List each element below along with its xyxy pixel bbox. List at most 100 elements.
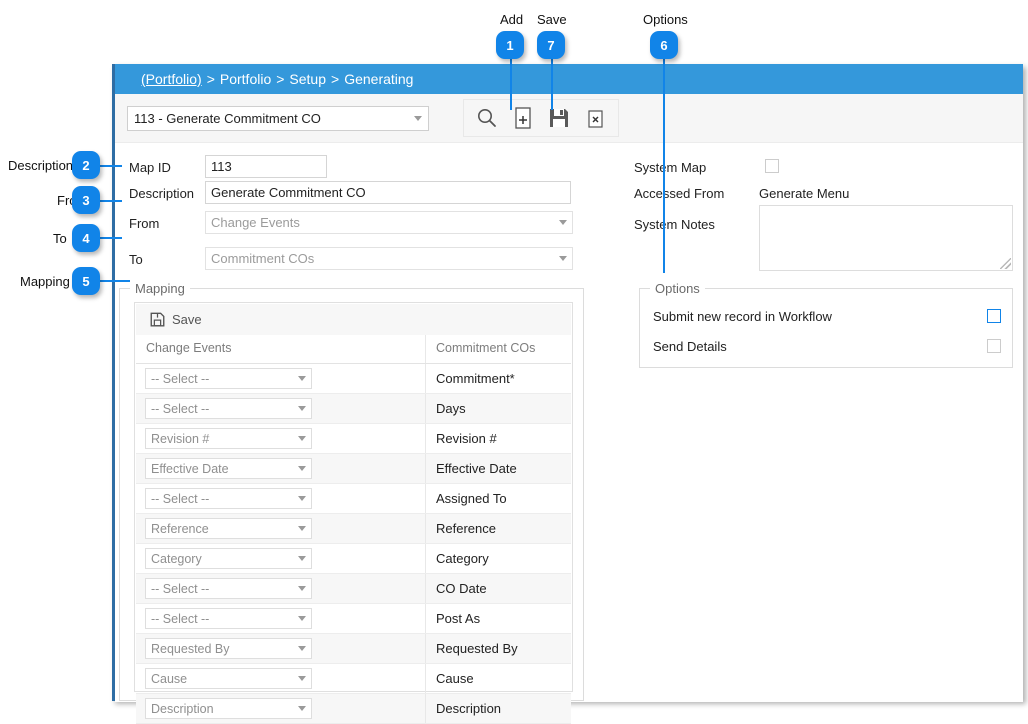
chevron-down-icon: [559, 220, 567, 225]
mapping-source-cell: -- Select --: [136, 604, 426, 633]
column-header-target: Commitment COs: [436, 341, 536, 355]
mapping-source-dropdown[interactable]: -- Select --: [145, 398, 312, 419]
table-row: -- Select -- Days: [136, 394, 571, 424]
callout-badge-save: 7: [537, 31, 565, 59]
mapping-source-value: Requested By: [151, 641, 230, 656]
mapping-source-cell: Category: [136, 544, 426, 573]
mapping-target-cell: Revision #: [436, 431, 497, 446]
from-value: Change Events: [211, 215, 300, 230]
breadcrumb-item-generating[interactable]: Generating: [344, 71, 413, 87]
mapping-source-dropdown[interactable]: Revision #: [145, 428, 312, 449]
table-row: -- Select -- CO Date: [136, 574, 571, 604]
mapping-toolbar: Save: [136, 304, 571, 336]
mapping-source-value: Cause: [151, 671, 188, 686]
chevron-down-icon: [414, 115, 422, 121]
accessed-from-label: Accessed From: [634, 186, 725, 201]
mapping-source-dropdown[interactable]: Reference: [145, 518, 312, 539]
mapping-source-cell: -- Select --: [136, 394, 426, 423]
mapping-source-cell: Revision #: [136, 424, 426, 453]
system-map-label: System Map: [634, 160, 707, 175]
mapping-source-value: Revision #: [151, 431, 210, 446]
system-notes-label: System Notes: [634, 217, 715, 232]
add-icon[interactable]: [510, 105, 536, 131]
to-dropdown[interactable]: Commitment COs: [205, 247, 573, 270]
map-selector-dropdown[interactable]: 113 - Generate Commitment CO: [127, 105, 429, 131]
mapping-source-cell: Description: [136, 694, 426, 723]
breadcrumb-item-portfolio[interactable]: Portfolio: [220, 71, 271, 87]
resize-handle[interactable]: [1000, 258, 1011, 269]
callout-badge-mapping: 5: [72, 267, 100, 295]
description-label: Description: [129, 186, 195, 201]
mapping-target-cell: Commitment*: [436, 371, 515, 386]
system-map-checkbox[interactable]: [765, 159, 779, 173]
mapping-source-dropdown[interactable]: Category: [145, 548, 312, 569]
callout-line-mapping: [100, 280, 130, 282]
mapping-source-dropdown[interactable]: -- Select --: [145, 608, 312, 629]
callout-label-add: Add: [500, 12, 524, 27]
chevron-down-icon: [298, 706, 306, 711]
mapping-grid-container: Save Change Events Commitment COs -- Sel…: [134, 302, 573, 724]
mapping-grid-header: Change Events Commitment COs: [136, 335, 571, 364]
mapping-source-dropdown[interactable]: Effective Date: [145, 458, 312, 479]
mapping-group-title: Mapping: [130, 281, 190, 296]
option-checkbox-submit-workflow[interactable]: [987, 309, 1001, 323]
breadcrumb-separator-1: >: [206, 71, 215, 87]
callout-line-add: [510, 58, 512, 110]
option-label-submit-workflow: Submit new record in Workflow: [653, 309, 832, 324]
from-label: From: [129, 216, 160, 231]
chevron-down-icon: [298, 586, 306, 591]
callout-line-description: [100, 165, 122, 167]
mapping-source-dropdown[interactable]: -- Select --: [145, 488, 312, 509]
map-selector-value: 113 - Generate Commitment CO: [134, 110, 321, 126]
mapping-save-label: Save: [172, 312, 202, 327]
search-icon[interactable]: [474, 105, 500, 131]
breadcrumb-link-portfolio[interactable]: (Portfolio): [141, 71, 202, 87]
mapping-source-dropdown[interactable]: -- Select --: [145, 368, 312, 389]
mapping-save-button[interactable]: Save: [150, 312, 202, 327]
mapping-source-dropdown[interactable]: Description: [145, 698, 312, 719]
mapping-target-cell: Days: [436, 401, 466, 416]
description-input[interactable]: Generate Commitment CO: [205, 181, 571, 204]
application-window: (Portfolio) > Portfolio > Setup > Generating 1…: [112, 64, 1023, 724]
mapping-source-dropdown[interactable]: -- Select --: [145, 578, 312, 599]
chevron-down-icon: [298, 526, 306, 531]
breadcrumb-item-setup[interactable]: Setup: [289, 71, 326, 87]
mapping-target-cell: Cause: [436, 671, 474, 686]
mapping-target-cell: Category: [436, 551, 489, 566]
mapping-source-value: -- Select --: [151, 491, 210, 506]
mapping-grid: Change Events Commitment COs -- Select -…: [136, 335, 571, 724]
mapping-source-value: Reference: [151, 521, 209, 536]
chevron-down-icon: [298, 376, 306, 381]
options-group-title: Options: [650, 281, 705, 296]
chevron-down-icon: [298, 556, 306, 561]
mapping-target-cell: Effective Date: [436, 461, 517, 476]
map-id-input[interactable]: 113: [205, 155, 327, 178]
from-dropdown[interactable]: Change Events: [205, 211, 573, 234]
to-value: Commitment COs: [211, 251, 315, 266]
mapping-source-cell: Reference: [136, 514, 426, 543]
options-group: Options Submit new record in Workflow Se…: [639, 281, 1013, 368]
mapping-source-value: Effective Date: [151, 461, 229, 476]
mapping-source-value: -- Select --: [151, 401, 210, 416]
system-notes-textarea[interactable]: [759, 205, 1013, 271]
callout-badge-add: 1: [496, 31, 524, 59]
callout-badge-from: 3: [72, 186, 100, 214]
option-checkbox-send-details[interactable]: [987, 339, 1001, 353]
mapping-source-cell: Effective Date: [136, 454, 426, 483]
map-id-label: Map ID: [129, 160, 171, 175]
breadcrumb-separator-3: >: [331, 71, 340, 87]
callout-badge-to: 4: [72, 224, 100, 252]
form-body: Map ID 113 Description Generate Commitme…: [115, 143, 1023, 724]
save-icon: [150, 312, 165, 327]
save-icon[interactable]: [546, 105, 572, 131]
chevron-down-icon: [298, 406, 306, 411]
delete-icon[interactable]: [582, 105, 608, 131]
mapping-source-dropdown[interactable]: Cause: [145, 668, 312, 689]
toolbar: 113 - Generate Commitment CO: [115, 94, 1023, 143]
mapping-source-dropdown[interactable]: Requested By: [145, 638, 312, 659]
callout-line-save: [551, 58, 553, 110]
mapping-group: Mapping Save Change Events Commitment CO…: [119, 281, 584, 724]
table-row: -- Select -- Post As: [136, 604, 571, 634]
option-label-send-details: Send Details: [653, 339, 727, 354]
mapping-target-cell: Reference: [436, 521, 496, 536]
